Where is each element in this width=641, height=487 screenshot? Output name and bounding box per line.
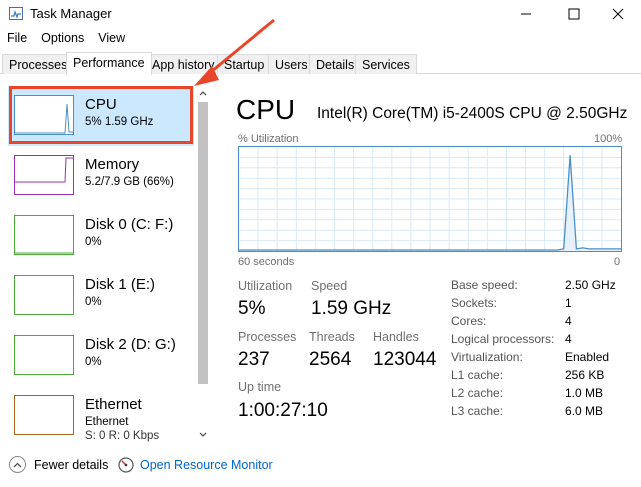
annotation-arrow xyxy=(194,18,275,86)
